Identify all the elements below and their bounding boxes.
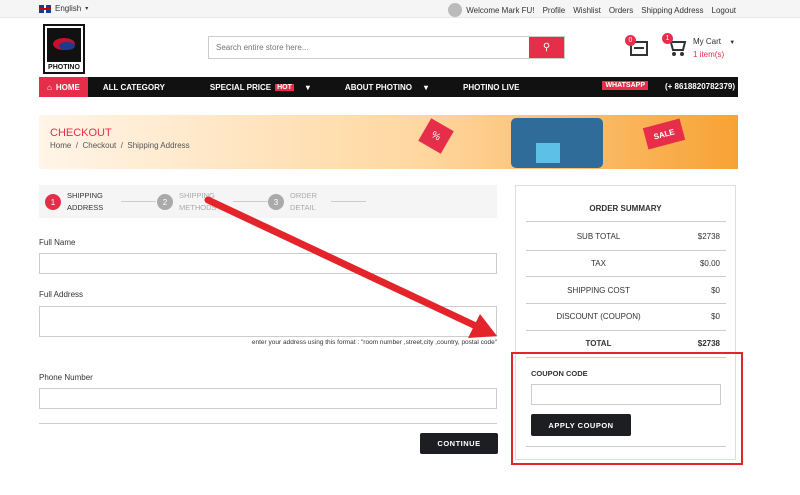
step-label: SHIPPING ADDRESS bbox=[67, 191, 104, 212]
summary-row-total: TOTAL $2738 bbox=[585, 339, 720, 348]
summary-divider bbox=[526, 276, 726, 277]
address-format-hint: enter your address using this format : "… bbox=[251, 339, 497, 346]
nav-special-price-label: SPECIAL PRICE bbox=[209, 82, 272, 92]
summary-row-tax: TAX $0.00 bbox=[591, 259, 720, 268]
profile-link[interactable]: Profile bbox=[543, 6, 566, 15]
account-links: Welcome Mark FU! Profile Wishlist Orders… bbox=[448, 3, 736, 17]
summary-divider bbox=[526, 330, 726, 331]
step-shipping-methods[interactable]: 2 SHIPPING METHODS bbox=[157, 190, 217, 214]
breadcrumb: Home / Checkout / Shipping Address bbox=[50, 141, 190, 150]
logo-lens-blue bbox=[59, 42, 75, 50]
coupon-code-label: COUPON CODE bbox=[531, 369, 588, 378]
breadcrumb-checkout[interactable]: Checkout bbox=[82, 141, 116, 150]
cart-widget[interactable]: 1 My Cart ▼ 1 item(s) bbox=[662, 33, 735, 60]
breadcrumb-home[interactable]: Home bbox=[50, 141, 71, 150]
nav-special-price[interactable]: SPECIAL PRICE HOT ▾ bbox=[180, 77, 325, 97]
nav-about-label: ABOUT PHOTINO bbox=[344, 82, 413, 92]
full-name-input[interactable] bbox=[39, 253, 497, 274]
full-name-label: Full Name bbox=[39, 238, 76, 247]
nav-about[interactable]: ABOUT PHOTINO ▾ bbox=[325, 77, 443, 97]
chevron-down-icon: ▼ bbox=[729, 40, 736, 46]
step-label: ORDER DETAIL bbox=[290, 191, 318, 212]
nav-live[interactable]: PHOTINO LIVE bbox=[443, 77, 534, 97]
checkout-banner: CHECKOUT Home / Checkout / Shipping Addr… bbox=[39, 115, 738, 169]
shipping-address-link[interactable]: Shipping Address bbox=[641, 6, 703, 15]
nav-all-category-label: ALL CATEGORY bbox=[102, 82, 165, 92]
gift-icon bbox=[536, 143, 560, 163]
top-bar: English ▾ Welcome Mark FU! Profile Wishl… bbox=[0, 0, 800, 18]
caret-down-icon: ▾ bbox=[305, 82, 310, 92]
language-label: English bbox=[55, 4, 82, 13]
step-connector bbox=[233, 201, 268, 202]
step-number: 1 bbox=[45, 194, 61, 210]
phone-number-input[interactable] bbox=[39, 388, 497, 409]
summary-divider bbox=[526, 250, 726, 251]
step-order-detail[interactable]: 3 ORDER DETAIL bbox=[268, 190, 317, 214]
header: PHOTINO ⚲ 0 1 My Cart ▼ 1 item(s) bbox=[0, 18, 800, 77]
step-label: SHIPPING METHODS bbox=[179, 191, 217, 212]
coupon-code-input[interactable] bbox=[531, 384, 721, 405]
breadcrumb-current: Shipping Address bbox=[127, 141, 190, 150]
order-summary-title: ORDER SUMMARY bbox=[589, 204, 662, 213]
summary-divider bbox=[526, 221, 726, 222]
step-shipping-address[interactable]: 1 SHIPPING ADDRESS bbox=[45, 190, 103, 214]
hot-badge: HOT bbox=[275, 83, 294, 91]
caret-down-icon: ▾ bbox=[85, 6, 89, 12]
step-number: 2 bbox=[157, 194, 173, 210]
logo-text: PHOTINO bbox=[48, 64, 80, 71]
logout-link[interactable]: Logout bbox=[712, 6, 736, 15]
phone-number: (+ 8618820782379) bbox=[664, 82, 735, 91]
cart-title: My Cart bbox=[693, 37, 721, 46]
nav-live-label: PHOTINO LIVE bbox=[463, 82, 520, 92]
whatsapp-badge[interactable]: WHATSAPP bbox=[602, 81, 648, 90]
percent-symbol: % bbox=[429, 129, 443, 143]
step-connector bbox=[121, 201, 156, 202]
wishlist-count-badge: 0 bbox=[625, 35, 636, 46]
summary-row-shipping: SHIPPING COST $0 bbox=[567, 286, 720, 295]
wishlist-button[interactable]: 0 bbox=[625, 35, 650, 58]
step-number: 3 bbox=[268, 194, 284, 210]
photino-logo[interactable]: PHOTINO bbox=[43, 24, 85, 74]
page-title: CHECKOUT bbox=[50, 127, 112, 139]
summary-row-subtotal: SUB TOTAL $2738 bbox=[576, 232, 720, 241]
welcome-text: Welcome Mark FU! bbox=[466, 5, 535, 15]
full-address-label: Full Address bbox=[39, 290, 84, 299]
language-selector[interactable]: English ▾ bbox=[39, 4, 88, 13]
search-input[interactable] bbox=[209, 37, 529, 58]
form-divider bbox=[39, 423, 497, 424]
user-avatar-icon bbox=[448, 3, 463, 17]
discount-tag-icon: % bbox=[418, 118, 454, 154]
phone-number-label: Phone Number bbox=[39, 373, 93, 382]
nav-home[interactable]: ⌂ HOME bbox=[39, 77, 88, 97]
search-button[interactable]: ⚲ bbox=[529, 37, 564, 58]
search-icon: ⚲ bbox=[542, 42, 551, 53]
step-connector bbox=[331, 201, 366, 202]
nav-home-label: HOME bbox=[55, 82, 80, 92]
nav-all-category[interactable]: ALL CATEGORY bbox=[88, 77, 180, 97]
home-icon: ⌂ bbox=[47, 82, 52, 92]
cart-label: My Cart ▼ 1 item(s) bbox=[693, 36, 735, 60]
cart-count-badge: 1 bbox=[662, 33, 673, 44]
uk-flag-icon bbox=[39, 4, 51, 13]
sale-tag: SALE bbox=[642, 118, 686, 150]
apply-coupon-button[interactable]: APPLY COUPON bbox=[531, 414, 631, 436]
cart-icon: 1 bbox=[662, 33, 687, 58]
checkout-steps: 1 SHIPPING ADDRESS 2 SHIPPING METHODS 3 OR… bbox=[39, 185, 497, 218]
wishlist-link[interactable]: Wishlist bbox=[573, 6, 601, 15]
caret-down-icon: ▾ bbox=[424, 82, 429, 92]
continue-button[interactable]: CONTINUE bbox=[420, 433, 498, 454]
summary-divider bbox=[526, 303, 726, 304]
summary-row-discount: DISCOUNT (COUPON) $0 bbox=[556, 312, 720, 321]
full-address-textarea[interactable] bbox=[39, 306, 497, 337]
main-nav: ⌂ HOME ALL CATEGORY SPECIAL PRICE HOT ▾ ABO… bbox=[39, 77, 738, 97]
orders-link[interactable]: Orders bbox=[609, 6, 633, 15]
search-bar: ⚲ bbox=[208, 36, 565, 59]
cart-items: 1 item(s) bbox=[693, 50, 725, 59]
